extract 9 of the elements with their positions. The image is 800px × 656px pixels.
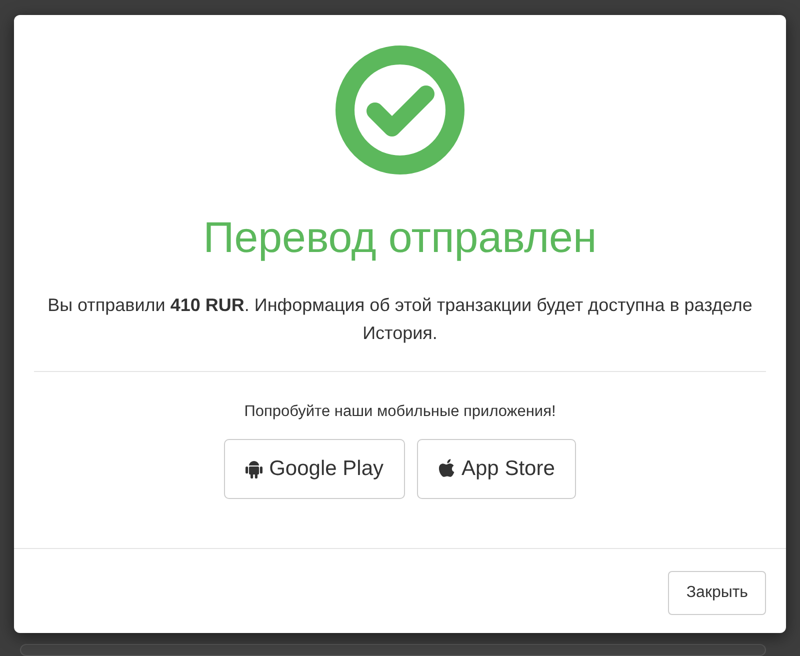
android-icon: [245, 458, 264, 479]
check-circle-icon: [335, 45, 465, 175]
close-button[interactable]: Закрыть: [668, 571, 766, 615]
app-store-button[interactable]: App Store: [416, 438, 576, 499]
apps-prompt: Попробуйте наши мобильные приложения!: [244, 402, 556, 422]
confirmation-message: Вы отправили 410 RUR. Информация об этой транзакции будет доступна в разделе История.: [46, 294, 754, 345]
google-play-button[interactable]: Google Play: [224, 438, 404, 499]
dialog-title: Перевод отправлен: [203, 213, 597, 264]
apple-icon: [438, 458, 456, 480]
